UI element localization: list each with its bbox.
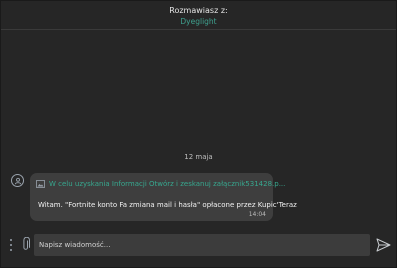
chat-header: Rozmawiasz z: Dyeglight bbox=[1, 1, 396, 30]
date-separator: 12 maja bbox=[184, 153, 213, 161]
send-icon[interactable] bbox=[376, 238, 391, 252]
message-text: Witam. "Fortnite konto Fa zmiana mail i … bbox=[38, 201, 297, 209]
user-avatar-icon[interactable] bbox=[11, 174, 24, 187]
attachment-row[interactable]: W celu uzyskania Informacji Otwórz i zes… bbox=[36, 180, 285, 188]
image-file-icon bbox=[36, 180, 45, 188]
contact-name[interactable]: Dyeglight bbox=[1, 17, 396, 26]
message-time: 14:04 bbox=[248, 211, 266, 218]
vertical-dots-icon[interactable] bbox=[9, 239, 13, 251]
message-input[interactable] bbox=[34, 234, 370, 256]
paperclip-icon[interactable] bbox=[21, 237, 31, 252]
header-label: Rozmawiasz z: bbox=[169, 6, 228, 15]
composer-bar bbox=[1, 233, 396, 258]
attachment-link[interactable]: W celu uzyskania Informacji Otwórz i zes… bbox=[49, 180, 285, 188]
message-bubble: W celu uzyskania Informacji Otwórz i zes… bbox=[30, 173, 297, 221]
chat-window: Rozmawiasz z: Dyeglight 12 maja W celu u… bbox=[0, 0, 397, 268]
